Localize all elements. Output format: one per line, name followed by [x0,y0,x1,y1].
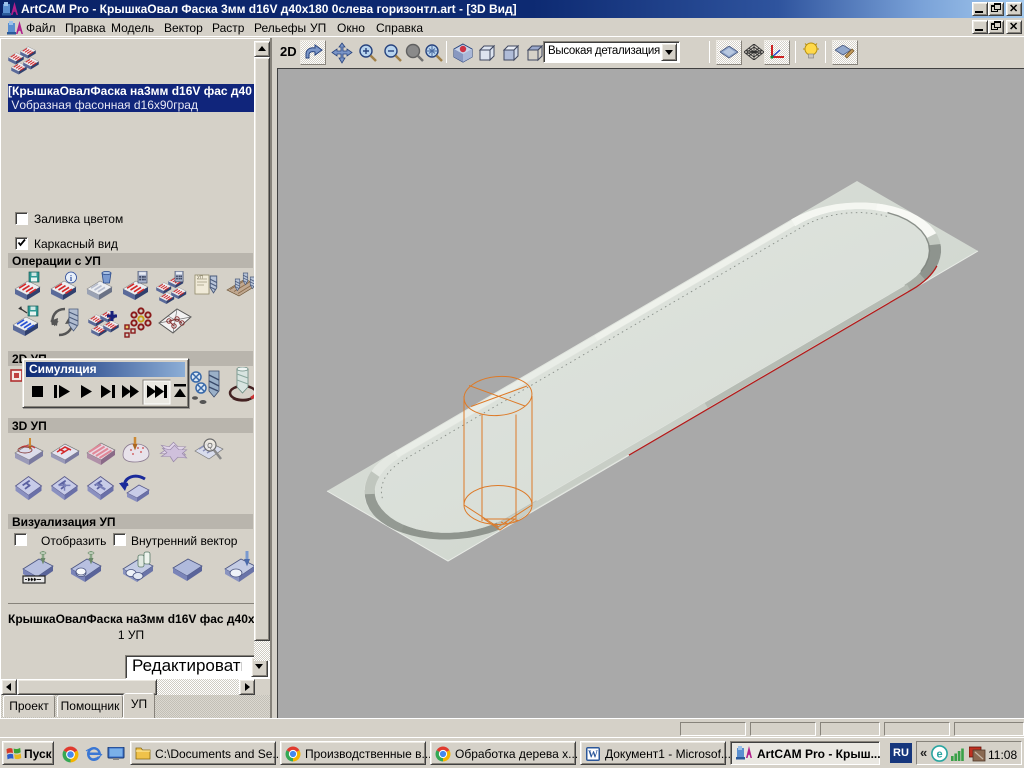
svg-text:W: W [588,750,598,761]
svg-text:УП: УП [197,275,203,280]
svg-text:e: e [936,749,942,761]
svg-text:Q: Q [207,443,213,450]
